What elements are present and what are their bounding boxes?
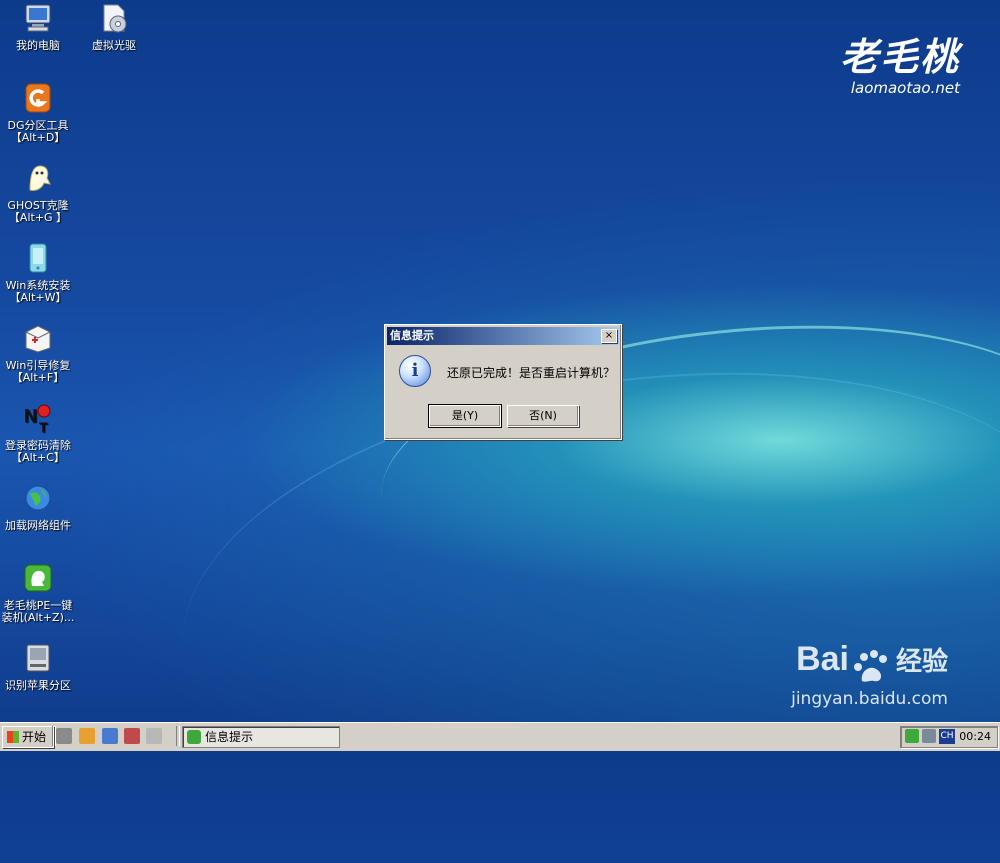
taskbar-item-dialog[interactable]: 信息提示 — [182, 726, 340, 748]
dg-partition-icon — [25, 83, 51, 113]
brand-name: 老毛桃 — [839, 34, 960, 79]
start-button[interactable]: 开始 — [2, 726, 54, 748]
dialog-close-button[interactable]: × — [601, 329, 617, 343]
dialog-titlebar[interactable]: 信息提示 × — [387, 327, 619, 345]
desktop-icon-dg-partition[interactable]: DG分区工具 【Alt+D】 — [0, 82, 76, 144]
desktop-icon-label: 我的电脑 — [16, 39, 60, 52]
system-tray: CH 00:24 — [900, 726, 998, 748]
quicklaunch-paint-icon[interactable] — [124, 728, 140, 744]
boot-repair-icon — [25, 325, 51, 353]
tray-laomaotao-icon[interactable] — [905, 729, 919, 743]
desktop-icon-laomaotao-install[interactable]: 老毛桃PE一键 装机(Alt+Z)... — [0, 562, 76, 624]
desktop-icon-win-install[interactable]: Win系统安装 【Alt+W】 — [0, 242, 76, 304]
quicklaunch-eraser-icon[interactable] — [146, 728, 162, 744]
desktop-icon-virtual-drive[interactable]: 虚拟光驱 — [76, 2, 152, 52]
task-label: 信息提示 — [205, 730, 254, 744]
dialog-message: 还原已完成！是否重启计算机？ — [447, 366, 616, 380]
desktop-icon-my-computer[interactable]: 我的电脑 — [0, 2, 76, 52]
virtual-drive-icon — [103, 4, 127, 33]
windows-logo-icon — [7, 731, 19, 743]
desktop-icon-label: 虚拟光驱 — [92, 39, 136, 52]
paw-icon — [854, 650, 888, 682]
svg-text:T: T — [39, 419, 48, 434]
desktop-icon-ghost[interactable]: GHOST克隆 【Alt+G 】 — [0, 162, 76, 224]
network-icon — [25, 485, 51, 511]
info-icon: i — [399, 355, 431, 387]
desktop-icon-shortcut: 【Alt+W】 — [9, 291, 67, 304]
brand-url: laomaotao.net — [850, 79, 960, 97]
dialog-title: 信息提示 — [390, 329, 434, 342]
watermark-brand: Bai — [796, 640, 849, 678]
desktop: 我的电脑 虚拟光驱 DG分区工具 【Alt+D】 GHOST克隆 【Alt+G … — [0, 0, 1000, 863]
tray-network-icon[interactable] — [922, 729, 936, 743]
desktop-icon-shortcut: 【Alt+G 】 — [8, 211, 68, 224]
computer-icon — [25, 4, 51, 32]
laomaotao-install-icon — [24, 564, 52, 592]
desktop-icon-password-clear[interactable]: N T 登录密码清除 【Alt+C】 — [0, 402, 76, 464]
desktop-icon-shortcut: 【Alt+D】 — [10, 131, 66, 144]
desktop-icon-shortcut: 装机(Alt+Z)... — [1, 611, 75, 624]
desktop-icon-boot-repair[interactable]: Win引导修复 【Alt+F】 — [0, 322, 76, 384]
no-button[interactable]: 否(N) — [507, 405, 579, 427]
start-label: 开始 — [22, 730, 47, 744]
taskbar: 开始 信息提示 CH 00:24 — [0, 722, 1000, 751]
apple-partition-icon — [26, 644, 50, 672]
quicklaunch-settings-icon[interactable] — [102, 728, 118, 744]
watermark-url: jingyan.baidu.com — [791, 689, 948, 709]
svg-text:N: N — [24, 406, 37, 426]
ghost-icon — [29, 165, 51, 191]
desktop-icon-apple-partition[interactable]: 识别苹果分区 — [0, 642, 76, 692]
taskbar-separator — [176, 726, 180, 746]
yes-button[interactable]: 是(Y) — [428, 404, 502, 428]
desktop-icon-label: 加载网络组件 — [5, 519, 71, 532]
quicklaunch-folder-icon[interactable] — [79, 728, 95, 744]
quicklaunch-tools-icon[interactable] — [56, 728, 72, 744]
desktop-icon-label: 识别苹果分区 — [5, 679, 71, 692]
desktop-icon-shortcut: 【Alt+C】 — [11, 451, 65, 464]
laomaotao-small-icon — [187, 730, 201, 744]
win-install-icon — [29, 243, 47, 273]
baidu-watermark: Bai 经验 jingyan.baidu.com — [791, 640, 948, 709]
desktop-icon-shortcut: 【Alt+F】 — [11, 371, 65, 384]
brand-logo: 老毛桃 laomaotao.net — [840, 26, 960, 97]
password-clear-icon: N T — [24, 404, 51, 435]
clock: 00:24 — [959, 730, 991, 743]
ime-indicator[interactable]: CH — [939, 729, 955, 744]
watermark-brand2: 经验 — [895, 646, 948, 676]
message-dialog: 信息提示 × i 还原已完成！是否重启计算机？ 是(Y) 否(N) — [384, 324, 622, 440]
desktop-icon-network[interactable]: 加载网络组件 — [0, 482, 76, 532]
info-glyph: i — [411, 360, 419, 381]
